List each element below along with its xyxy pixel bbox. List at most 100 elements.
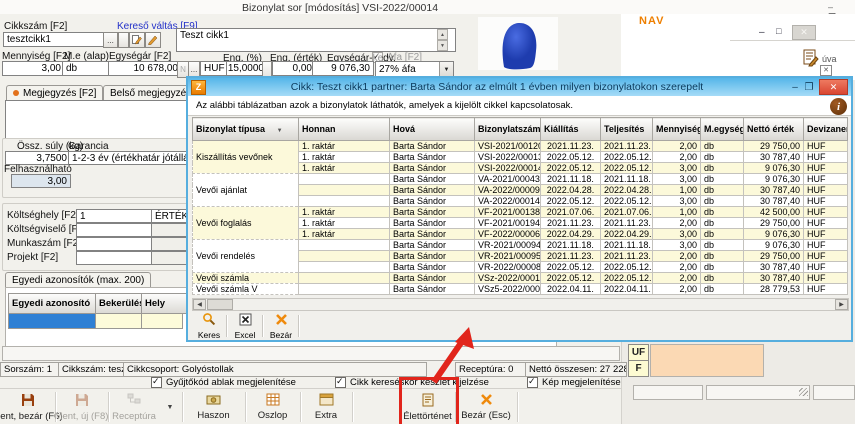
project-input[interactable] — [76, 251, 156, 265]
highlight-field[interactable] — [650, 344, 764, 377]
table-cell[interactable]: VF-2022/00006 — [475, 229, 541, 240]
scroll-right-icon[interactable]: ▶ — [835, 299, 848, 310]
table-cell[interactable]: HUF — [804, 218, 848, 229]
toolbar-button-bezár-esc-[interactable]: Bezár (Esc) — [455, 391, 517, 423]
table-cell[interactable]: 3,00 — [653, 196, 701, 207]
column-header[interactable]: Bizonylatszám — [475, 118, 541, 141]
table-cell[interactable]: 2,00 — [653, 141, 701, 152]
horizontal-scrollbar[interactable]: ◀ ▶ — [192, 298, 849, 311]
toolbar-button-oszlop[interactable]: Oszlop — [245, 391, 300, 423]
table-cell[interactable]: db — [701, 262, 744, 273]
table-row[interactable]: Vevői ajánlatBarta SándorVA-2021/0004320… — [193, 174, 848, 185]
table-cell[interactable]: Barta Sándor — [390, 196, 475, 207]
cost-bearer-input[interactable] — [76, 223, 156, 237]
table-cell[interactable]: HUF — [804, 174, 848, 185]
table-cell[interactable]: 2021.11.18. — [541, 240, 601, 251]
table-cell[interactable]: Barta Sándor — [390, 141, 475, 152]
subwindow-maximize-icon[interactable]: □ — [776, 26, 781, 36]
table-cell[interactable] — [299, 240, 390, 251]
table-cell[interactable]: Barta Sándor — [390, 174, 475, 185]
table-cell[interactable]: 1. raktár — [299, 218, 390, 229]
identifier-col-header[interactable]: Hely — [141, 293, 189, 314]
table-cell[interactable]: Barta Sándor — [390, 240, 475, 251]
discounted-price-input[interactable]: 9 076,30 — [312, 61, 374, 76]
table-cell[interactable]: VSI-2022/00013 — [475, 152, 541, 163]
table-cell[interactable]: db — [701, 207, 744, 218]
table-cell[interactable]: 30 787,40 — [744, 152, 804, 163]
table-cell[interactable]: 2022.05.12. — [541, 196, 601, 207]
dialog-maximize-icon[interactable]: ❐ — [802, 82, 816, 93]
cost-center-input[interactable]: 1 — [76, 209, 156, 223]
group-cell[interactable]: Kiszállítás vevőnek — [193, 141, 299, 174]
table-cell[interactable]: VSI-2022/00014 — [475, 163, 541, 174]
table-cell[interactable]: 2022.04.28. — [541, 185, 601, 196]
table-cell[interactable]: Barta Sándor — [390, 251, 475, 262]
table-cell[interactable]: 2022.04.11. — [541, 284, 601, 295]
table-cell[interactable]: 2021.11.23. — [541, 251, 601, 262]
chevron-down-icon[interactable]: ▼ — [439, 62, 453, 77]
table-cell[interactable]: 2021.11.18. — [541, 174, 601, 185]
table-cell[interactable]: 2022.05.12. — [601, 273, 653, 284]
table-cell[interactable]: 2022.05.12. — [541, 262, 601, 273]
group-cell[interactable]: Vevői ajánlat — [193, 174, 299, 207]
table-cell[interactable]: 2022.05.12. — [541, 273, 601, 284]
table-cell[interactable] — [299, 185, 390, 196]
table-cell[interactable]: VA-2022/00009 — [475, 185, 541, 196]
table-cell[interactable]: 2022.05.12. — [601, 152, 653, 163]
table-row[interactable]: Vevői számla VBarta SándorVSz5-2022/0000… — [193, 284, 848, 295]
table-cell[interactable]: HUF — [804, 273, 848, 284]
table-cell[interactable]: 2022.04.28. — [601, 185, 653, 196]
unit-price-input[interactable]: 10 678,00 — [108, 61, 182, 76]
table-cell[interactable]: 2,00 — [653, 218, 701, 229]
column-header[interactable]: Nettó érték — [744, 118, 804, 141]
table-cell[interactable]: 2,00 — [653, 273, 701, 284]
table-cell[interactable]: db — [701, 152, 744, 163]
blank-button[interactable] — [118, 32, 129, 48]
group-cell[interactable]: Vevői foglalás — [193, 207, 299, 240]
identifier-cell-selected[interactable] — [8, 313, 96, 329]
total-weight-input[interactable]: 3,7500 — [5, 151, 71, 165]
table-cell[interactable]: db — [701, 185, 744, 196]
work-number-input[interactable] — [76, 237, 156, 251]
table-cell[interactable]: 2022.04.29. — [541, 229, 601, 240]
table-cell[interactable]: Barta Sándor — [390, 229, 475, 240]
table-cell[interactable]: db — [701, 284, 744, 295]
table-cell[interactable]: Barta Sándor — [390, 284, 475, 295]
table-cell[interactable]: 1. raktár — [299, 152, 390, 163]
table-cell[interactable]: 2021.11.18. — [601, 174, 653, 185]
resize-grip[interactable] — [799, 388, 808, 396]
table-cell[interactable]: db — [701, 240, 744, 251]
table-cell[interactable]: Barta Sándor — [390, 262, 475, 273]
minimize-icon[interactable]: – — [828, 2, 836, 12]
table-cell[interactable]: 9 076,30 — [744, 163, 804, 174]
table-cell[interactable]: HUF — [804, 163, 848, 174]
group-cell[interactable]: Vevői rendelés — [193, 240, 299, 273]
column-header[interactable]: Bizonylat típusa ▼ — [193, 118, 299, 141]
table-cell[interactable]: HUF — [804, 196, 848, 207]
quantity-input[interactable]: 3,00 — [2, 61, 65, 76]
table-cell[interactable]: 2022.05.12. — [601, 262, 653, 273]
table-cell[interactable]: db — [701, 196, 744, 207]
identifier-cell[interactable] — [95, 313, 142, 329]
item-name-box[interactable]: Teszt cikk1 — [176, 28, 456, 52]
table-cell[interactable]: VA-2021/00043 — [475, 174, 541, 185]
table-cell[interactable]: HUF — [804, 229, 848, 240]
table-cell[interactable]: 30 787,40 — [744, 262, 804, 273]
table-cell[interactable]: 9 076,30 — [744, 229, 804, 240]
scroll-left-icon[interactable]: ◀ — [193, 299, 206, 310]
table-cell[interactable]: Barta Sándor — [390, 207, 475, 218]
group-cell[interactable]: Vevői számla — [193, 273, 299, 284]
table-cell[interactable]: 2,00 — [653, 152, 701, 163]
table-cell[interactable]: 2022.04.29. — [601, 229, 653, 240]
table-cell[interactable]: HUF — [804, 207, 848, 218]
table-cell[interactable]: db — [701, 273, 744, 284]
toolbar-button-ment-bezár-f6-[interactable]: Ment, bezár (F6) — [0, 391, 55, 423]
table-cell[interactable]: 29 750,00 — [744, 251, 804, 262]
table-cell[interactable]: HUF — [804, 251, 848, 262]
edit-note-icon[interactable] — [129, 32, 145, 48]
browse-button[interactable]: ... — [103, 32, 118, 48]
table-cell[interactable]: HUF — [804, 284, 848, 295]
identifier-col-header[interactable]: Egyedi azonosító — [8, 293, 102, 314]
discount-value-input[interactable]: 0,00 — [272, 61, 316, 76]
table-cell[interactable]: 1,00 — [653, 185, 701, 196]
